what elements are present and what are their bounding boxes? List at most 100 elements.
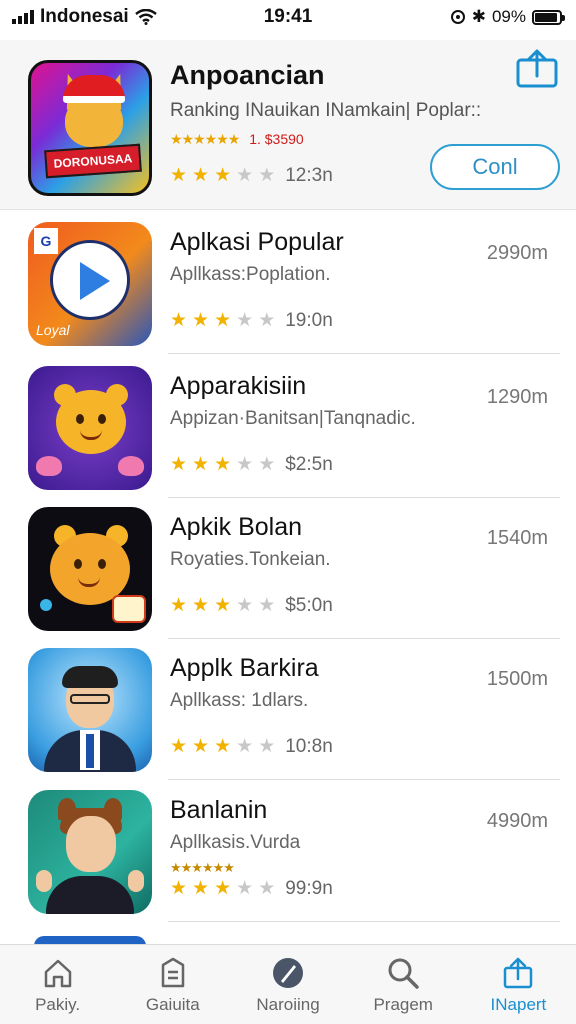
app-size: 1500m [486, 668, 548, 690]
star-empty-icon: ★ [258, 454, 276, 475]
mini-stars: ★★★★★★ [170, 131, 240, 147]
tab-naroiing[interactable]: Naroiing [230, 945, 345, 1024]
star-filled-icon: ★ [192, 310, 210, 331]
status-left: Indonesai [12, 6, 157, 28]
star-filled-icon: ★ [214, 736, 232, 757]
featured-app-rating: ★ ★ ★ ★ ★ 12:3n [170, 165, 333, 187]
tab-label: INapert [490, 995, 547, 1014]
star-rating: ★ ★ ★ ★ ★ [170, 879, 275, 899]
app-subtitle: Apllkass:Poplation. [170, 264, 331, 285]
app-subtitle: Royaties.Tonkeian. [170, 549, 331, 570]
app-rating: ★ ★ ★ ★ ★ $2:5n [170, 454, 333, 476]
bluetooth-icon: ✱ [471, 7, 486, 26]
star-filled-icon: ★ [170, 595, 188, 616]
star-rating: ★ ★ ★ ★ ★ [170, 737, 275, 757]
star-rating: ★ ★ ★ ★ ★ [170, 311, 275, 331]
featured-price-text: 1. $3590 [249, 131, 304, 147]
battery-icon [532, 9, 565, 25]
star-filled-icon: ★ [170, 310, 188, 331]
app-meta: $2:5n [285, 454, 333, 475]
badge-icon [112, 595, 146, 623]
divider [168, 921, 560, 922]
signal-icon [12, 10, 34, 24]
star-filled-icon: ★ [214, 454, 232, 475]
tab-gaiuita[interactable]: Gaiuita [115, 945, 230, 1024]
app-title: Aplkasi Popular [170, 228, 344, 256]
app-title: Apparakisiin [170, 372, 307, 400]
list-item[interactable]: Applk Barkira Apllkass: 1dlars. ★ ★ ★ ★ ★ 10… [0, 638, 576, 780]
star-empty-icon: ★ [236, 310, 254, 331]
search-icon [388, 958, 419, 989]
tab-label: Naroiing [256, 995, 320, 1014]
app-icon[interactable]: G Loyal [28, 222, 152, 346]
tab-inapert[interactable]: INapert [461, 945, 576, 1024]
star-rating: ★ ★ ★ ★ ★ [170, 166, 275, 186]
featured-app-title: Anpoancian [170, 60, 325, 90]
star-filled-icon: ★ [192, 595, 210, 616]
app-size: 4990m [486, 810, 548, 832]
app-icon[interactable] [28, 648, 152, 772]
compass-icon [273, 958, 303, 988]
mini-stars: ★★★★★★ [170, 860, 235, 875]
app-rating: ★ ★ ★ ★ ★ 99:9n [170, 878, 333, 900]
star-filled-icon: ★ [192, 878, 210, 899]
list-item[interactable]: Apparakisiin Appizan·Banitsan|Tanqnadic.… [0, 356, 576, 498]
star-empty-icon: ★ [258, 878, 276, 899]
app-meta: 99:9n [285, 878, 333, 899]
tab-label: Pakiy. [35, 995, 81, 1014]
list-item[interactable]: Banlanin Apllkasis.Vurda ★★★★★★ ★ ★ ★ ★ ★ 99… [0, 780, 576, 922]
app-title: Banlanin [170, 796, 268, 824]
star-filled-icon: ★ [192, 165, 210, 186]
home-icon [44, 959, 71, 988]
app-size: 1290m [486, 386, 548, 408]
app-size: 2990m [486, 242, 548, 264]
app-subtitle: Apllkasis.Vurda [170, 832, 301, 853]
star-filled-icon: ★ [192, 454, 210, 475]
tab-pragem[interactable]: Pragem [346, 945, 461, 1024]
star-empty-icon: ★ [236, 454, 254, 475]
wifi-icon [134, 9, 157, 25]
app-meta: 19:0n [285, 310, 333, 331]
star-empty-icon: ★ [258, 310, 276, 331]
star-filled-icon: ★ [214, 878, 232, 899]
star-empty-icon: ★ [258, 165, 276, 186]
app-subtitle: Appizan·Banitsan|Tanqnadic. [170, 408, 416, 429]
app-icon[interactable] [28, 507, 152, 631]
app-title: Apkik Bolan [170, 513, 303, 541]
app-rating: ★ ★ ★ ★ ★ 19:0n [170, 310, 333, 332]
star-filled-icon: ★ [192, 736, 210, 757]
featured-app-meta: 12:3n [285, 165, 333, 186]
app-size: 1540m [486, 527, 548, 549]
app-title: Applk Barkira [170, 654, 319, 682]
status-right: ✱ 09% [450, 7, 565, 27]
featured-app-card[interactable]: DORONUSAA Anpoancian Ranking INauikan IN… [0, 40, 576, 210]
share-icon[interactable] [514, 48, 560, 88]
app-icon[interactable] [28, 366, 152, 490]
star-filled-icon: ★ [214, 310, 232, 331]
list-item[interactable]: G Loyal Aplkasi Popular Apllkass:Poplati… [0, 212, 576, 354]
g-logo-icon: G [34, 228, 58, 254]
battery-percent: 09% [491, 7, 526, 26]
star-filled-icon: ★ [170, 165, 188, 186]
app-icon[interactable] [28, 790, 152, 914]
list-icon [161, 957, 185, 988]
alarm-icon [450, 10, 465, 24]
app-subtitle: Apllkass: 1dlars. [170, 690, 309, 711]
app-icon-label: Loyal [36, 322, 70, 338]
bottom-nav: Pakiy. Gaiuita Naroiing Pragem INapert [0, 944, 576, 1024]
carrier-name: Indonesai [40, 6, 129, 27]
star-empty-icon: ★ [236, 165, 254, 186]
star-rating: ★ ★ ★ ★ ★ [170, 455, 275, 475]
tab-label: Pragem [373, 995, 433, 1014]
get-button[interactable]: Conl [430, 144, 560, 190]
tab-pakiy[interactable]: Pakiy. [0, 945, 115, 1024]
star-filled-icon: ★ [170, 736, 188, 757]
featured-app-price: ★★★★★★ 1. $3590 [170, 131, 304, 148]
share-icon [504, 957, 533, 989]
star-empty-icon: ★ [236, 595, 254, 616]
tab-label: Gaiuita [145, 995, 200, 1014]
list-item[interactable]: Apkik Bolan Royaties.Tonkeian. ★ ★ ★ ★ ★ $5:… [0, 497, 576, 639]
heart-icon [118, 456, 144, 476]
star-empty-icon: ★ [258, 736, 276, 757]
featured-app-icon[interactable]: DORONUSAA [28, 60, 152, 196]
